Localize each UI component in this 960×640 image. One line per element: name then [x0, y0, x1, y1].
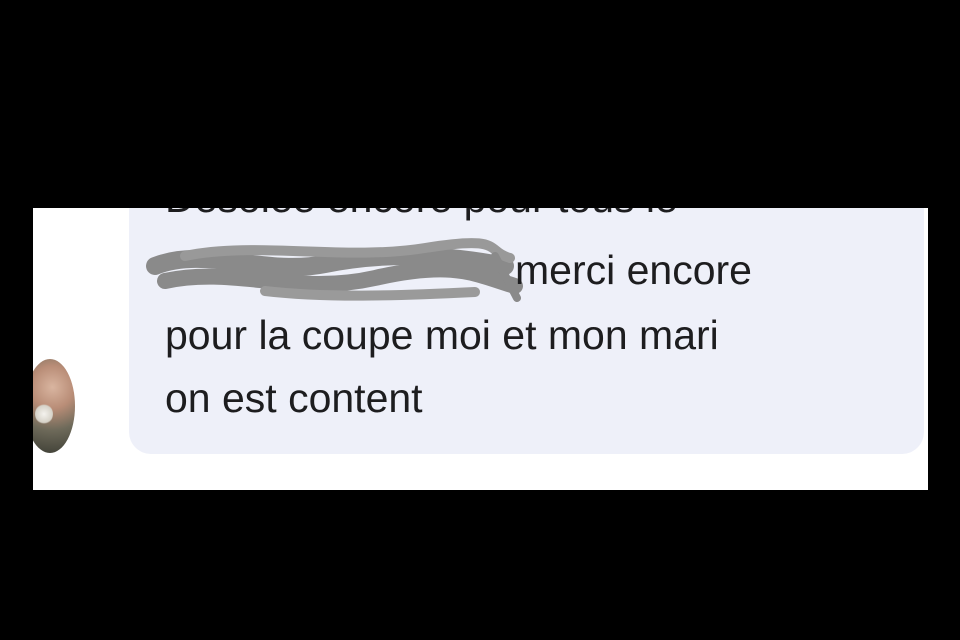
screenshot-frame: Désolée encore pour tous le merci encore…: [0, 0, 960, 640]
sender-avatar[interactable]: [33, 359, 75, 453]
message-line-cut: Désolée encore pour tous le: [165, 208, 678, 222]
message-line-2: merci encore: [515, 247, 752, 293]
redaction-scribble: [146, 238, 523, 302]
avatar-flower-detail: [35, 403, 53, 425]
chat-panel: Désolée encore pour tous le merci encore…: [33, 208, 928, 490]
message-line-3: pour la coupe moi et mon mari: [165, 312, 719, 358]
message-line-4: on est content: [165, 375, 423, 421]
